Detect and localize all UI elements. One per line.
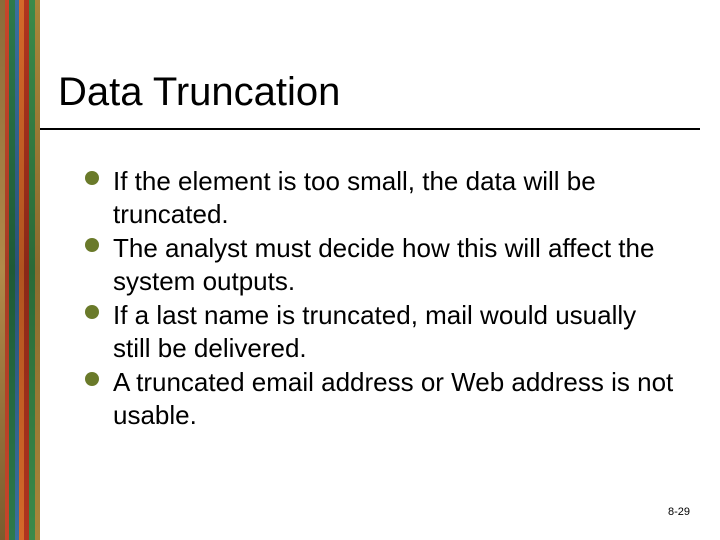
list-item: A truncated email address or Web address… (85, 366, 675, 431)
bullet-icon (85, 171, 99, 185)
bullet-icon (85, 238, 99, 252)
title-underline (40, 128, 700, 130)
slide-title: Data Truncation (58, 70, 340, 115)
bullet-icon (85, 305, 99, 319)
bullet-text: If the element is too small, the data wi… (113, 166, 596, 229)
bullet-icon (85, 372, 99, 386)
list-item: If the element is too small, the data wi… (85, 165, 675, 230)
bullet-list: If the element is too small, the data wi… (85, 165, 675, 433)
bullet-text: The analyst must decide how this will af… (113, 233, 654, 296)
page-number: 8-29 (668, 506, 690, 518)
list-item: The analyst must decide how this will af… (85, 232, 675, 297)
list-item: If a last name is truncated, mail would … (85, 299, 675, 364)
decorative-sidebar (0, 0, 40, 540)
bullet-text: If a last name is truncated, mail would … (113, 300, 636, 363)
bullet-text: A truncated email address or Web address… (113, 367, 673, 430)
